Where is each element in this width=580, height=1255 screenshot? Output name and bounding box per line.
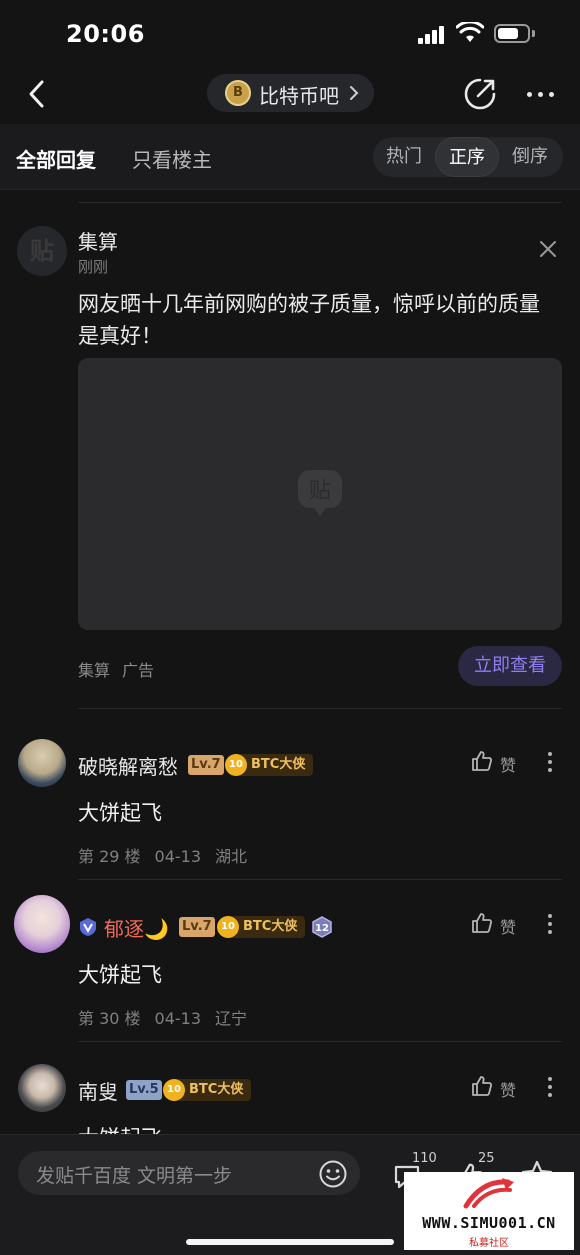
divider: [78, 202, 562, 203]
reply-more-icon[interactable]: [540, 1072, 560, 1102]
ad-source: 集算: [78, 661, 111, 680]
avatar[interactable]: [18, 1064, 66, 1112]
avatar[interactable]: [18, 739, 66, 787]
forum-button[interactable]: 比特币吧: [207, 74, 374, 112]
watermark-url: WWW.SIMU001.CN: [422, 1214, 556, 1232]
battery-cap: [532, 30, 535, 37]
reply-meta: 第 29 楼 04-13 湖北: [78, 843, 261, 867]
like-button[interactable]: 赞: [470, 749, 520, 777]
chevron-right-icon: [350, 86, 359, 100]
tieba-placeholder-icon: 贴: [298, 470, 342, 516]
reply-meta: 第 30 楼 04-13 辽宁: [78, 1005, 261, 1029]
floor-number: 第 30 楼: [78, 1009, 141, 1028]
v-badge-icon: [80, 918, 96, 936]
comment-count: 110: [412, 1151, 437, 1166]
level-badge: Lv.7: [179, 917, 215, 937]
like-button[interactable]: 赞: [470, 911, 520, 939]
wifi-icon: [456, 22, 484, 42]
watermark: WWW.SIMU001.CN 私募社区: [404, 1172, 574, 1250]
level-12-medal-icon: 12: [312, 916, 332, 938]
badge-text: BTC大侠: [251, 757, 306, 772]
divider: [78, 708, 562, 709]
title-badge: 10 BTC大侠: [225, 754, 313, 776]
badge-level: 10: [163, 1079, 185, 1101]
forum-name: 比特币吧: [259, 84, 339, 108]
thumbs-up-icon: [472, 751, 493, 771]
reply-text: 大饼起飞: [78, 963, 162, 987]
battery-icon: [494, 24, 530, 43]
title-badge: 10 BTC大侠: [217, 916, 305, 938]
filter-bar: 全部回复 只看楼主 热门 正序 倒序: [0, 124, 580, 190]
ad-image-placeholder[interactable]: 贴: [78, 358, 562, 630]
divider: [78, 879, 562, 880]
like-button[interactable]: 赞: [470, 1074, 520, 1102]
level-badge: Lv.7: [188, 755, 224, 775]
reply-more-icon[interactable]: [540, 909, 560, 939]
ad-text: 网友晒十几年前网购的被子质量，惊呼以前的质量是真好！: [78, 292, 540, 348]
status-bar: 20:06: [0, 0, 580, 66]
like-count: 25: [478, 1151, 495, 1166]
reply-date: 04-13: [154, 1009, 202, 1028]
username[interactable]: 郁逐🌙: [104, 913, 169, 942]
share-icon[interactable]: [462, 76, 498, 112]
badge-text: BTC大侠: [243, 919, 298, 934]
status-time: 20:06: [66, 20, 145, 48]
reply-text: 大饼起飞: [78, 801, 162, 825]
ad-label: 广告: [122, 661, 155, 680]
badge-text: BTC大侠: [189, 1082, 244, 1097]
reply-date: 04-13: [154, 847, 202, 866]
watermark-subtitle: 私募社区: [469, 1238, 509, 1249]
avatar[interactable]: [14, 895, 70, 953]
ad-avatar: [17, 226, 67, 276]
level-badge: Lv.5: [126, 1080, 162, 1100]
like-label: 赞: [500, 1081, 517, 1100]
thumbs-up-icon: [472, 913, 493, 933]
username[interactable]: 南叟: [78, 1076, 118, 1105]
reply-item: 郁逐🌙 Lv.7 10 BTC大侠 12 赞 大饼起飞 第 30 楼 04-13 辽…: [0, 895, 580, 1063]
reply-item: 南叟 Lv.5 10 BTC大侠 赞 大饼起飞: [0, 1064, 580, 1135]
bitcoin-logo-icon: [225, 80, 251, 106]
battery-level: [498, 28, 518, 39]
title-badge: 10 BTC大侠: [163, 1079, 251, 1101]
thumbs-up-icon: [472, 1076, 493, 1096]
tab-all-replies[interactable]: 全部回复: [16, 144, 96, 173]
like-label: 赞: [500, 756, 517, 775]
reply-list: 集算 刚刚 网友晒十几年前网购的被子质量，惊呼以前的质量是真好！ 贴 集算 广告…: [0, 190, 580, 1135]
simu-logo-icon: [463, 1178, 514, 1209]
emoji-icon[interactable]: [318, 1159, 348, 1189]
username[interactable]: 破晓解离愁: [78, 751, 178, 780]
more-options-icon[interactable]: [524, 82, 558, 106]
reply-input-placeholder: 发贴千百度 文明第一步: [36, 1165, 233, 1187]
sort-ascending[interactable]: 正序: [435, 137, 499, 177]
sort-descending[interactable]: 倒序: [499, 137, 561, 177]
floor-number: 第 29 楼: [78, 847, 141, 866]
reply-item: 破晓解离愁 Lv.7 10 BTC大侠 赞 大饼起飞 第 29 楼 04-13 湖北: [0, 739, 580, 901]
divider: [78, 1041, 562, 1042]
ad-time: 刚刚: [78, 258, 109, 276]
like-label: 赞: [500, 918, 517, 937]
reply-location: 辽宁: [215, 1009, 248, 1028]
home-indicator: [186, 1239, 394, 1245]
ad-view-now-button[interactable]: 立即查看: [458, 646, 562, 686]
close-icon[interactable]: [537, 238, 559, 260]
badge-level: 10: [217, 916, 239, 938]
svg-text:贴: 贴: [309, 479, 331, 504]
reply-location: 湖北: [215, 847, 248, 866]
svg-text:12: 12: [315, 923, 329, 934]
back-arrow-icon[interactable]: [22, 76, 58, 112]
badge-level: 10: [225, 754, 247, 776]
cellular-signal-icon: [418, 26, 446, 44]
sort-toggle: 热门 正序 倒序: [373, 137, 563, 177]
ad-account-name: 集算: [78, 230, 118, 254]
reply-input[interactable]: 发贴千百度 文明第一步: [18, 1151, 360, 1195]
tab-op-only[interactable]: 只看楼主: [132, 144, 212, 173]
sort-hot[interactable]: 热门: [373, 137, 435, 177]
reply-more-icon[interactable]: [540, 747, 560, 777]
nav-bar: 比特币吧: [0, 66, 580, 124]
